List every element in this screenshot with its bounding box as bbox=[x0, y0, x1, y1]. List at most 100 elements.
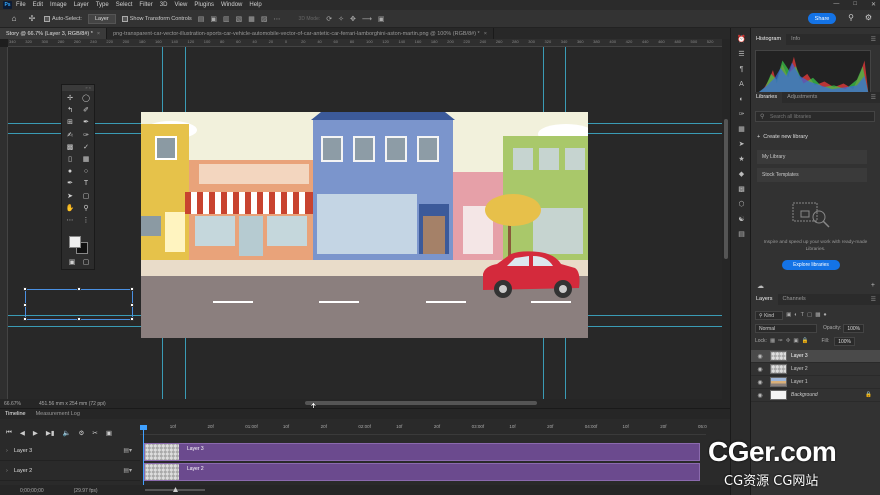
more-tools-icon[interactable]: ⋯ bbox=[62, 215, 78, 227]
filter-kind-dropdown[interactable]: ⚲ Kind bbox=[755, 310, 784, 320]
menu-plugins[interactable]: Plugins bbox=[194, 2, 214, 8]
layer-comps-icon[interactable]: ▤ bbox=[731, 227, 752, 242]
layer-row-layer-2[interactable]: ◉ Layer 2 bbox=[751, 363, 880, 376]
styles-icon[interactable]: ★ bbox=[731, 152, 752, 167]
transform-handle[interactable] bbox=[77, 287, 81, 291]
vertical-scrollbar[interactable] bbox=[722, 39, 730, 408]
dodge-icon[interactable]: ○ bbox=[78, 166, 94, 178]
transform-handle[interactable] bbox=[23, 317, 27, 321]
audio-icon[interactable]: 🔈 bbox=[62, 429, 70, 437]
minimize-icon[interactable]: — bbox=[833, 1, 839, 8]
foreground-color-swatch[interactable] bbox=[69, 236, 81, 248]
ruler-top[interactable]: 340 320 300 280 260 240 220 200 180 160 140 120 100 8… bbox=[8, 39, 722, 47]
panel-menu-icon[interactable]: ☰ bbox=[871, 94, 876, 101]
menu-filter[interactable]: Filter bbox=[139, 2, 152, 8]
swatches-icon[interactable]: ▦ bbox=[731, 122, 752, 137]
menu-edit[interactable]: Edit bbox=[33, 2, 43, 8]
next-frame-icon[interactable]: ▶▮ bbox=[46, 429, 55, 437]
align-top-icon[interactable]: ▤ bbox=[198, 15, 205, 23]
history-brush-icon[interactable]: ✓ bbox=[78, 142, 94, 154]
explore-libraries-button[interactable]: Explore libraries bbox=[782, 260, 840, 270]
menu-help[interactable]: Help bbox=[249, 2, 261, 8]
tab-histogram[interactable]: Histogram bbox=[751, 34, 787, 45]
gear-icon[interactable]: ⚙ bbox=[865, 13, 872, 22]
lasso-icon[interactable]: ↰ bbox=[62, 105, 78, 117]
menu-type[interactable]: Type bbox=[96, 2, 109, 8]
lock-position-icon[interactable]: ✢ bbox=[786, 338, 791, 344]
eye-icon[interactable]: ◉ bbox=[755, 353, 765, 360]
filter-toggle-icon[interactable]: ● bbox=[823, 312, 826, 318]
align-center-icon[interactable]: ▦ bbox=[248, 15, 255, 23]
quick-mask-icon[interactable]: ▣ bbox=[66, 257, 78, 269]
menu-3d[interactable]: 3D bbox=[160, 2, 168, 8]
play-icon[interactable]: ▶ bbox=[33, 429, 38, 437]
transform-handle[interactable] bbox=[130, 317, 134, 321]
history-icon[interactable]: ⏰ bbox=[731, 32, 752, 47]
transform-handle[interactable] bbox=[23, 287, 27, 291]
film-icon[interactable]: ▤▾ bbox=[123, 467, 132, 474]
tab-layers[interactable]: Layers bbox=[751, 294, 778, 305]
align-bottom-icon[interactable]: ▥ bbox=[223, 15, 230, 23]
eye-icon[interactable]: ◉ bbox=[755, 379, 765, 386]
lock-image-icon[interactable]: ✑ bbox=[778, 338, 783, 344]
close-icon[interactable]: × bbox=[484, 31, 487, 37]
healing-brush-icon[interactable]: ✍ bbox=[62, 130, 78, 142]
maximize-icon[interactable]: □ bbox=[853, 1, 857, 8]
share-button[interactable]: Share bbox=[808, 13, 836, 24]
first-frame-icon[interactable]: ⏮ bbox=[6, 429, 12, 437]
track-layer-3[interactable]: › Layer 3 ▤▾ bbox=[0, 441, 140, 461]
transform-bounding-box[interactable] bbox=[23, 287, 134, 321]
tab-channels[interactable]: Channels bbox=[778, 294, 811, 305]
layer-row-layer-1[interactable]: ◉ Layer 1 bbox=[751, 376, 880, 389]
transition-icon[interactable]: ▣ bbox=[106, 429, 112, 437]
filter-shape-icon[interactable]: ▢ bbox=[807, 312, 812, 318]
menu-image[interactable]: Image bbox=[50, 2, 67, 8]
shape-icon[interactable]: ▢ bbox=[78, 191, 94, 203]
lock-icon[interactable]: 🔒 bbox=[865, 392, 872, 398]
properties-icon[interactable]: ☰ bbox=[731, 47, 752, 62]
clip-layer-3[interactable]: Layer 3 bbox=[144, 443, 700, 461]
prev-frame-icon[interactable]: ◀ bbox=[20, 429, 25, 437]
auto-select-checkbox[interactable]: Auto-Select: bbox=[44, 15, 82, 22]
eye-icon[interactable]: ◉ bbox=[755, 366, 765, 373]
home-icon[interactable]: ⌂ bbox=[8, 14, 20, 23]
align-right-icon[interactable]: ▨ bbox=[261, 15, 268, 23]
3d-roll-icon[interactable]: ✧ bbox=[338, 15, 344, 23]
tab-libraries[interactable]: Libraries bbox=[751, 92, 783, 103]
library-search-input[interactable]: ⚲ Search all libraries bbox=[755, 111, 875, 122]
quick-select-icon[interactable]: ✐ bbox=[78, 105, 94, 117]
canvas-artwork[interactable] bbox=[141, 112, 588, 338]
filter-smart-icon[interactable]: ▩ bbox=[815, 312, 820, 318]
zoom-level[interactable]: 66.67% bbox=[4, 401, 21, 407]
menu-window[interactable]: Window bbox=[221, 2, 242, 8]
zoom-slider-knob[interactable] bbox=[173, 487, 178, 492]
screen-mode-icon[interactable]: ▢ bbox=[80, 257, 92, 269]
adjustments-icon[interactable]: ◐ bbox=[731, 92, 752, 107]
glyphs-icon[interactable]: ☯ bbox=[731, 212, 752, 227]
blend-mode-dropdown[interactable]: Normal bbox=[755, 323, 817, 333]
brushes-icon[interactable]: ✑ bbox=[731, 107, 752, 122]
zoom-icon[interactable]: ⚲ bbox=[78, 203, 94, 215]
tab-adjustments[interactable]: Adjustments bbox=[782, 92, 822, 103]
transform-handle[interactable] bbox=[77, 317, 81, 321]
patterns-icon[interactable]: ▩ bbox=[731, 182, 752, 197]
timeline-ruler[interactable]: 10f 20f 01:00f 10f 20f 02:00f 10f 20f 03:00f 10f 2… bbox=[140, 421, 707, 435]
more-options-icon[interactable]: ⋯ bbox=[274, 15, 281, 23]
chevron-right-icon[interactable]: › bbox=[6, 448, 8, 454]
settings-icon[interactable]: ⚙ bbox=[79, 429, 85, 437]
menu-view[interactable]: View bbox=[174, 2, 187, 8]
paths-icon[interactable]: ➤ bbox=[731, 137, 752, 152]
opacity-input[interactable]: 100% bbox=[843, 323, 865, 333]
cloud-icon[interactable]: ☁ bbox=[757, 282, 764, 290]
pen-icon[interactable]: ✒ bbox=[62, 178, 78, 190]
3d-scale-icon[interactable]: ▣ bbox=[378, 15, 385, 23]
create-library-button[interactable]: + Create new library bbox=[757, 134, 808, 140]
menu-file[interactable]: File bbox=[16, 2, 26, 8]
clip-layer-2[interactable]: Layer 2 bbox=[144, 463, 700, 481]
layer-row-layer-3[interactable]: ◉ Layer 3 bbox=[751, 350, 880, 363]
menu-layer[interactable]: Layer bbox=[74, 2, 89, 8]
tab-timeline[interactable]: Timeline bbox=[0, 411, 31, 417]
tab-car-png[interactable]: png-transparent-car-vector-illustration-… bbox=[107, 28, 494, 39]
lock-all-icon[interactable]: 🔒 bbox=[802, 338, 809, 344]
3d-icon[interactable]: ⬡ bbox=[731, 197, 752, 212]
